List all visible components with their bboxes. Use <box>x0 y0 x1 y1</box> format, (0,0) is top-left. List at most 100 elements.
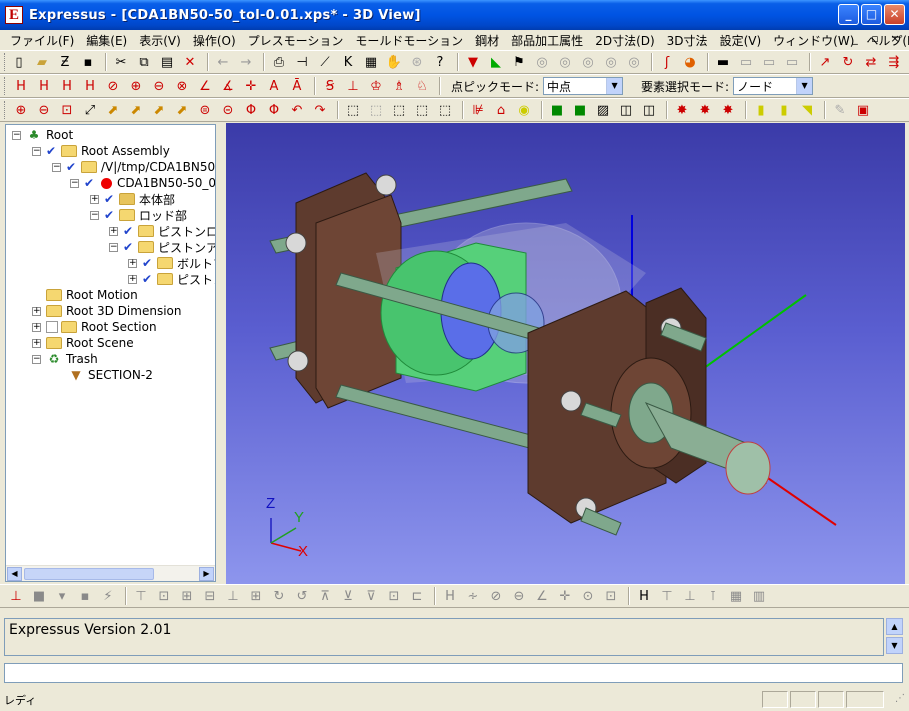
orbit-icon[interactable]: ⊛ <box>407 52 427 72</box>
expand-icon[interactable]: + <box>32 306 41 316</box>
select-mode-select[interactable]: ノード ▼ <box>733 77 814 95</box>
grey-tool-icon[interactable]: ⊼ <box>315 586 335 606</box>
delete-icon[interactable]: ✕ <box>180 52 200 72</box>
help-icon[interactable]: ? <box>430 52 450 72</box>
tree-node-bolt[interactable]: + ✔ ボルトア <box>128 255 215 271</box>
panel-icon[interactable]: ▣ <box>853 100 873 120</box>
visibility-checkbox[interactable]: ✔ <box>66 161 78 173</box>
hidden-line-icon[interactable]: ▨ <box>593 100 613 120</box>
grey-tool-icon[interactable]: ⊞ <box>177 586 197 606</box>
grey-tool-icon[interactable]: ◎ <box>578 52 598 72</box>
mdi-close-button[interactable]: × <box>887 32 903 45</box>
dim-tool-icon[interactable]: Ꞩ <box>320 76 340 96</box>
visibility-checkbox[interactable] <box>46 321 58 333</box>
view-rotate-icon[interactable]: ↷ <box>310 100 330 120</box>
output-scrollbar[interactable]: ▲ ▼ <box>886 618 903 656</box>
grey-tool-icon[interactable]: ∻ <box>463 586 483 606</box>
shaded-mode-icon[interactable]: ■ <box>547 100 567 120</box>
grey-tool-icon[interactable]: ⊥ <box>223 586 243 606</box>
collapse-icon[interactable]: − <box>90 210 99 220</box>
menu-settings[interactable]: 設定(V) <box>714 32 768 49</box>
grey-tool-icon[interactable]: ▪ <box>75 586 95 606</box>
crosshair-icon[interactable]: ✛ <box>241 76 261 96</box>
grey-tool-icon[interactable]: ◎ <box>555 52 575 72</box>
visibility-checkbox[interactable]: ✔ <box>142 257 154 269</box>
mdi-minimize-button[interactable]: _ <box>847 32 863 45</box>
collapse-icon[interactable]: − <box>109 242 118 252</box>
dim-variant-icon[interactable]: H <box>80 76 100 96</box>
grey-tool-icon[interactable]: ⊡ <box>601 586 621 606</box>
view-rotate-icon[interactable]: ⊝ <box>218 100 238 120</box>
view-rotate-icon[interactable]: ⊜ <box>195 100 215 120</box>
k-tool-icon[interactable]: K <box>338 52 358 72</box>
toolbar-grip[interactable] <box>4 53 5 71</box>
chevron-down-icon[interactable]: ▼ <box>796 78 813 94</box>
horizontal-dim-icon[interactable]: H <box>11 76 31 96</box>
cylinder-model[interactable] <box>226 123 905 584</box>
select-green-icon[interactable]: ◣ <box>486 52 506 72</box>
circle-dim-icon[interactable]: ⊘ <box>103 76 123 96</box>
grey-tool-icon[interactable]: ↻ <box>269 586 289 606</box>
section-icon[interactable]: ⊯ <box>468 100 488 120</box>
menu-2d-dimension[interactable]: 2D寸法(D) <box>589 32 660 49</box>
output-console[interactable]: Expressus Version 2.01 <box>4 618 884 656</box>
grey-tool-icon[interactable]: ▥ <box>749 586 769 606</box>
fit-all-icon[interactable]: ⤢ <box>80 100 100 120</box>
circle-dim-icon[interactable]: ⊖ <box>149 76 169 96</box>
angle-dim-icon[interactable]: ∠ <box>195 76 215 96</box>
grey-tool-icon[interactable]: ▭ <box>759 52 779 72</box>
grey-tool-icon[interactable]: ✛ <box>555 586 575 606</box>
title-bar[interactable]: E Expressus - [CDA1BN50-50_tol-0.01.xps*… <box>0 0 909 30</box>
pick-mode-select[interactable]: 中点 ▼ <box>543 77 624 95</box>
chevron-down-icon[interactable]: ▼ <box>606 78 623 94</box>
grey-tool-icon[interactable]: ⊘ <box>486 586 506 606</box>
rotate-icon[interactable]: ↻ <box>838 52 858 72</box>
text-dim-icon[interactable]: Ā <box>287 76 307 96</box>
tree-node-root-assembly[interactable]: − ✔ Root Assembly <box>32 143 170 159</box>
grey-tool-icon[interactable]: ⊡ <box>384 586 404 606</box>
grey-tool-icon[interactable]: ⊡ <box>154 586 174 606</box>
tree-node-root-3d-dimension[interactable]: + Root 3D Dimension <box>32 303 181 319</box>
scroll-up-icon[interactable]: ▲ <box>886 618 903 635</box>
visibility-checkbox[interactable]: ✔ <box>142 273 154 285</box>
menu-file[interactable]: ファイル(F) <box>4 32 80 49</box>
tree-node-root-scene[interactable]: + Root Scene <box>32 335 134 351</box>
text-dim-icon[interactable]: A <box>264 76 284 96</box>
toolbar-grip[interactable] <box>4 77 7 95</box>
import-icon[interactable]: Ƶ <box>55 52 75 72</box>
angle-dim-icon[interactable]: ∡ <box>218 76 238 96</box>
view-iso-icon[interactable]: ⬚ <box>412 100 432 120</box>
grey-tool-icon[interactable]: ⊙ <box>578 586 598 606</box>
view-rotate-icon[interactable]: ↶ <box>287 100 307 120</box>
shade-icon[interactable]: ◉ <box>514 100 534 120</box>
grey-tool-icon[interactable]: ⊥ <box>680 586 700 606</box>
properties-icon[interactable]: ▦ <box>361 52 381 72</box>
display-icon[interactable]: ⌂ <box>491 100 511 120</box>
visibility-checkbox[interactable]: ✔ <box>84 177 96 189</box>
tree-node-root-section[interactable]: + Root Section <box>32 319 157 335</box>
expand-icon[interactable]: + <box>128 274 137 284</box>
explode-icon[interactable]: ✸ <box>718 100 738 120</box>
view-iso-icon[interactable]: ⬚ <box>343 100 363 120</box>
select-mode-icon[interactable]: ⬈ <box>172 100 192 120</box>
collapse-icon[interactable]: − <box>70 178 79 188</box>
shaded-edges-icon[interactable]: ■ <box>570 100 590 120</box>
grey-tool-icon[interactable]: ▾ <box>52 586 72 606</box>
block-icon[interactable]: ■ <box>29 586 49 606</box>
circle-dim-icon[interactable]: ⊗ <box>172 76 192 96</box>
3d-viewport[interactable]: Z Y X <box>226 123 905 584</box>
expand-icon[interactable]: + <box>128 258 137 268</box>
camera-icon[interactable]: ▬ <box>713 52 733 72</box>
menu-3d-dimension[interactable]: 3D寸法 <box>661 32 714 49</box>
grey-tool-icon[interactable]: ◎ <box>601 52 621 72</box>
tree-node-piston[interactable]: + ✔ ピストン <box>128 271 215 287</box>
model-tree-panel[interactable]: − ♣ Root − ✔ Root Assembly − ✔ /V|/tmp/C… <box>5 124 216 582</box>
select-mode-icon[interactable]: ⬈ <box>149 100 169 120</box>
paste-icon[interactable]: ▤ <box>157 52 177 72</box>
grey-tool-icon[interactable]: ◎ <box>532 52 552 72</box>
wireframe-icon[interactable]: ◫ <box>639 100 659 120</box>
copy-icon[interactable]: ⧉ <box>134 52 154 72</box>
collapse-icon[interactable]: − <box>32 354 41 364</box>
grey-tool-icon[interactable]: ⊟ <box>200 586 220 606</box>
dimension-tool-icon[interactable]: ⊥ <box>6 586 26 606</box>
